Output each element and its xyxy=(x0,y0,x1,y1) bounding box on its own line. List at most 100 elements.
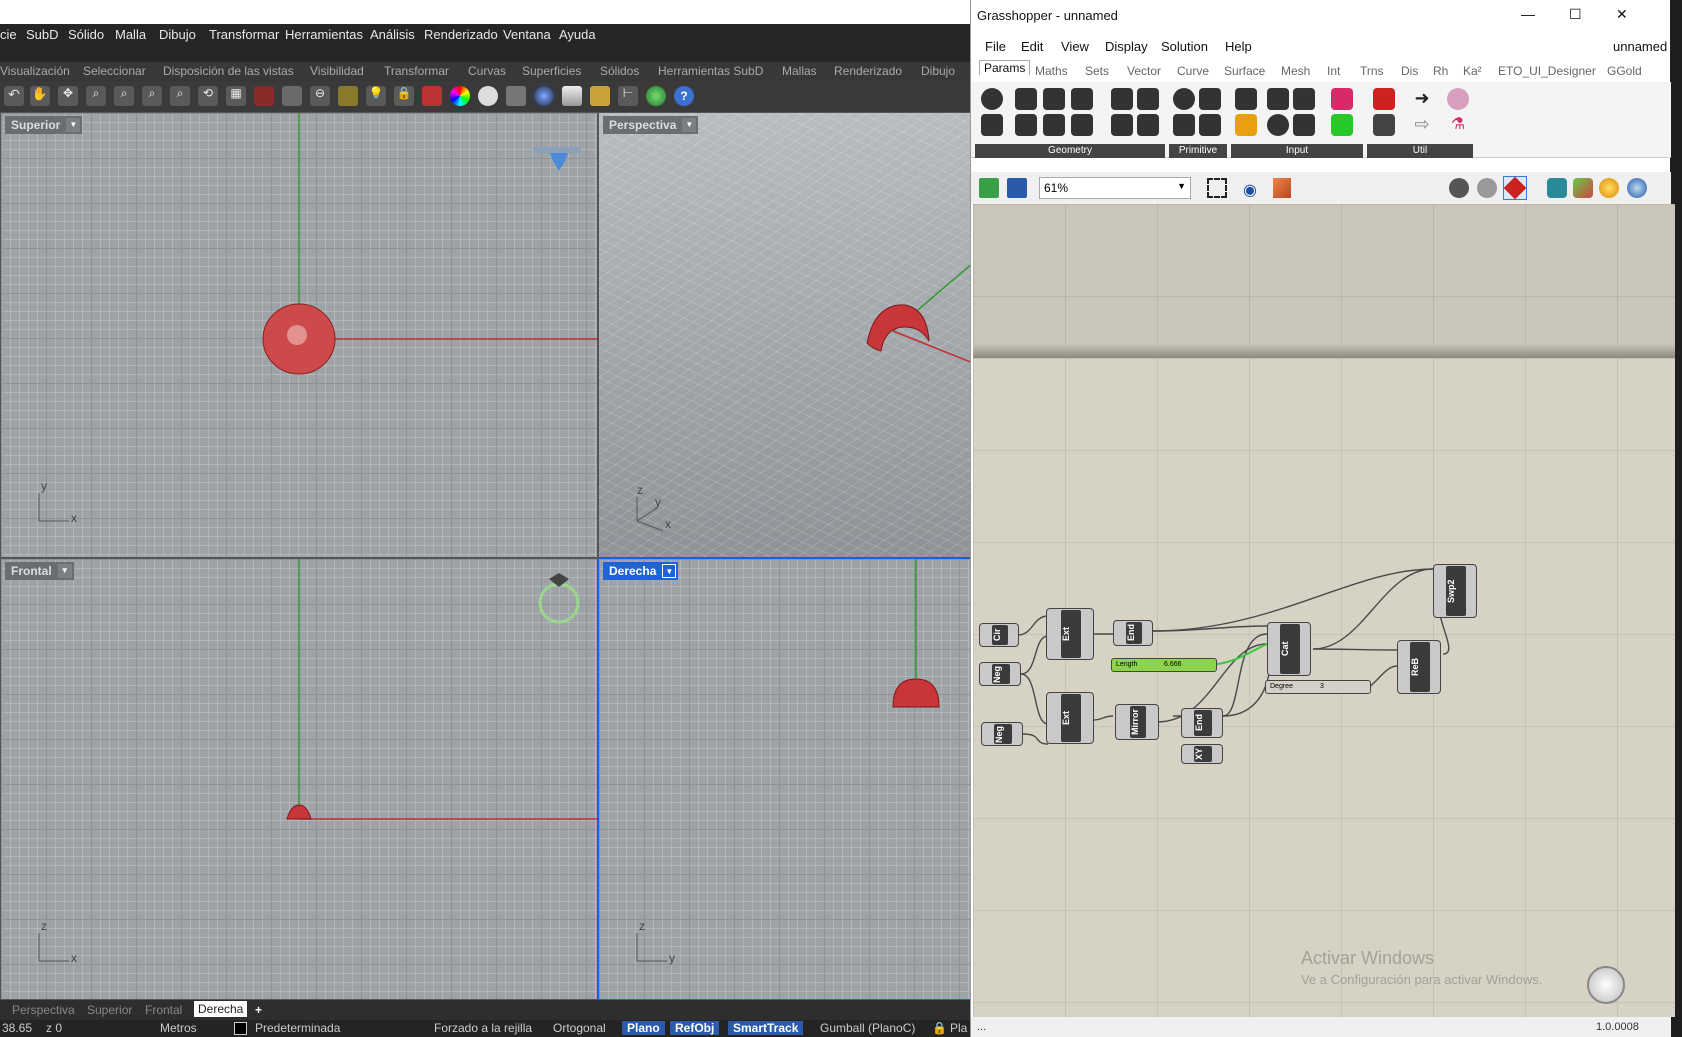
text-param-icon[interactable] xyxy=(1199,114,1221,136)
car-shaded-icon[interactable] xyxy=(254,86,274,106)
gumball-toggle[interactable]: Gumball (PlanoC) xyxy=(820,1021,915,1035)
component-xy[interactable]: XY xyxy=(1181,744,1223,764)
minimize-icon[interactable]: — xyxy=(1521,6,1535,22)
menu-item-cie[interactable]: cie xyxy=(0,28,17,42)
cmd-tab-solidos[interactable]: Sólidos xyxy=(600,64,639,78)
boolean-param-icon[interactable] xyxy=(1173,88,1195,110)
dropdown-arrow-icon[interactable]: ▼ xyxy=(662,564,677,578)
gh-menu-edit[interactable]: Edit xyxy=(1021,39,1043,54)
move-icon[interactable]: ✥ xyxy=(58,86,78,106)
arrow-outline-icon[interactable]: ⇨ xyxy=(1411,114,1433,136)
arrow-right-icon[interactable]: ➜ xyxy=(1411,88,1433,110)
menu-item-herramientas[interactable]: Herramientas xyxy=(285,28,363,42)
number-param-icon[interactable] xyxy=(1199,88,1221,110)
ribbon-group-label[interactable]: Geometry xyxy=(975,144,1165,158)
gh-tab-dis[interactable]: Dis xyxy=(1401,64,1418,78)
sketch-pen-icon[interactable] xyxy=(1273,178,1291,198)
zoom-extents-icon[interactable]: ⌕ xyxy=(142,86,162,106)
gh-tab-int[interactable]: Int xyxy=(1327,64,1340,78)
gradient-icon[interactable] xyxy=(1331,88,1353,110)
zoom-dropdown[interactable]: 61% ▼ xyxy=(1039,177,1191,199)
gh-doc-name[interactable]: unnamed xyxy=(1613,39,1667,54)
tree-icon[interactable] xyxy=(1373,114,1395,136)
component-mirror[interactable]: Mirror xyxy=(1115,704,1159,740)
value-list-icon[interactable] xyxy=(1293,114,1315,136)
view-tab-perspectiva[interactable]: Perspectiva xyxy=(12,1003,75,1017)
cmd-tab-seleccionar[interactable]: Seleccionar xyxy=(83,64,146,78)
cmd-tab-disposicion[interactable]: Disposición de las vistas xyxy=(163,64,294,78)
smarttrack-toggle[interactable]: SmartTrack xyxy=(728,1021,804,1035)
integer-param-icon[interactable] xyxy=(1173,114,1195,136)
gh-tab-ka2[interactable]: Ka² xyxy=(1463,64,1482,78)
gh-tab-mesh[interactable]: Mesh xyxy=(1281,64,1310,78)
menu-item-renderizado[interactable]: Renderizado xyxy=(424,28,498,42)
viewport-label-frontal[interactable]: Frontal ▼ xyxy=(5,562,74,580)
gear-settings-icon[interactable] xyxy=(590,86,610,106)
surface-param-icon[interactable] xyxy=(1071,114,1093,136)
menu-item-dibujo[interactable]: Dibujo xyxy=(159,28,196,42)
layer-color-swatch[interactable] xyxy=(234,1022,247,1035)
view-tab-superior[interactable]: Superior xyxy=(87,1003,132,1017)
component-end-2[interactable]: End xyxy=(1181,708,1223,738)
cmd-tab-mallas[interactable]: Mallas xyxy=(782,64,817,78)
component-ext-2[interactable]: Ext xyxy=(1046,692,1094,744)
cmd-tab-visualizacion[interactable]: Visualización xyxy=(0,64,70,78)
menu-item-analisis[interactable]: Análisis xyxy=(370,28,415,42)
osnap-toggle[interactable]: RefObj xyxy=(670,1021,720,1035)
document-preview-icon[interactable] xyxy=(1627,178,1647,198)
gh-tab-surface[interactable]: Surface xyxy=(1224,64,1265,78)
dropdown-arrow-icon[interactable]: ▼ xyxy=(57,564,72,578)
cplane-icon[interactable]: ⊖ xyxy=(310,86,330,106)
preview-mesh-icon[interactable] xyxy=(1573,178,1593,198)
cherries-icon[interactable] xyxy=(1373,88,1395,110)
view-tab-derecha[interactable]: Derecha xyxy=(194,1001,248,1017)
menu-item-subd[interactable]: SubD xyxy=(26,28,59,42)
menu-item-ventana[interactable]: Ventana xyxy=(503,28,551,42)
cmd-tab-superficies[interactable]: Superficies xyxy=(522,64,581,78)
navigation-widget-icon[interactable] xyxy=(1587,966,1625,1004)
zoom-selected-icon[interactable]: ⌕ xyxy=(170,86,190,106)
grid-texture-icon[interactable] xyxy=(506,86,526,106)
close-icon[interactable]: ✕ xyxy=(1616,6,1628,23)
gh-tab-trns[interactable]: Trns xyxy=(1360,64,1384,78)
slider-degree[interactable]: Degree 3 xyxy=(1265,680,1371,694)
rotate-view-icon[interactable]: ⟲ xyxy=(198,86,218,106)
gh-menu-file[interactable]: File xyxy=(985,39,1006,54)
dropdown-arrow-icon[interactable]: ▼ xyxy=(682,118,697,132)
gh-menu-solution[interactable]: Solution xyxy=(1161,39,1208,54)
sphere-blue-icon[interactable] xyxy=(534,86,554,106)
eye-preview-icon[interactable]: ◉ xyxy=(1243,180,1257,200)
gh-tab-ggold[interactable]: GGold xyxy=(1607,64,1642,78)
render-icon[interactable] xyxy=(562,86,582,106)
geometry-param-icon[interactable] xyxy=(1111,114,1133,136)
gh-menu-display[interactable]: Display xyxy=(1105,39,1148,54)
component-reb[interactable]: ReB xyxy=(1397,640,1441,694)
toggle-icon[interactable] xyxy=(1267,88,1289,110)
ribbon-group-label[interactable]: Primitive xyxy=(1169,144,1227,158)
save-file-icon[interactable] xyxy=(1007,178,1027,198)
component-neg-1[interactable]: Neg xyxy=(979,662,1021,686)
line-param-icon[interactable] xyxy=(1043,114,1065,136)
component-end-1[interactable]: End xyxy=(1113,620,1153,646)
ortho-toggle[interactable]: Ortogonal xyxy=(553,1021,606,1035)
cmd-tab-visibilidad[interactable]: Visibilidad xyxy=(310,64,364,78)
brep-param-icon[interactable] xyxy=(1111,88,1133,110)
gh-menu-help[interactable]: Help xyxy=(1225,39,1252,54)
vector-param-icon[interactable] xyxy=(981,114,1003,136)
menu-item-ayuda[interactable]: Ayuda xyxy=(559,28,596,42)
open-file-icon[interactable] xyxy=(979,178,999,198)
history-toggle[interactable]: Pla xyxy=(950,1021,967,1035)
four-views-icon[interactable]: ▦ xyxy=(226,86,246,106)
viewport-frontal[interactable]: Frontal ▼ z x xyxy=(0,558,598,1000)
color-wheel-icon[interactable] xyxy=(450,86,470,106)
menu-item-solido[interactable]: Sólido xyxy=(68,28,104,42)
gh-tab-sets[interactable]: Sets xyxy=(1085,64,1109,78)
layers-icon[interactable] xyxy=(422,86,442,106)
layer-label[interactable]: Predeterminada xyxy=(255,1021,340,1035)
point-param-icon[interactable] xyxy=(981,88,1003,110)
graph-mapper-icon[interactable] xyxy=(1235,114,1257,136)
light-bulb-icon[interactable]: 💡 xyxy=(366,86,386,106)
lock-icon[interactable]: 🔒 xyxy=(394,86,414,106)
curve-param-icon[interactable] xyxy=(1015,114,1037,136)
zoom-extents-icon[interactable] xyxy=(1207,178,1227,198)
